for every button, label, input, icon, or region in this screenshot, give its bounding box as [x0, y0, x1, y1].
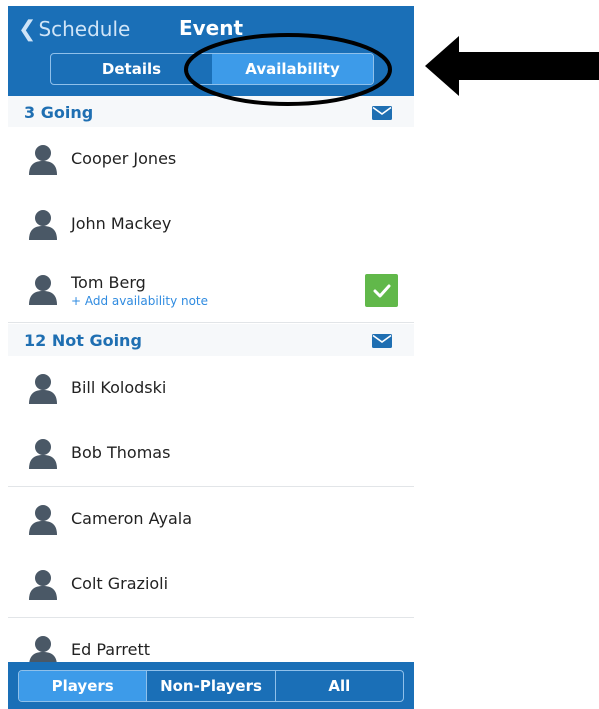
tab-all[interactable]: All: [274, 671, 403, 701]
tab-non-players[interactable]: Non-Players: [146, 671, 274, 701]
mail-icon[interactable]: [372, 106, 392, 120]
member-name: John Mackey: [71, 214, 172, 233]
list-item[interactable]: Tom Berg + Add availability note: [8, 257, 414, 323]
pointer-arrow-icon: [425, 36, 599, 96]
member-name: Ed Parrett: [71, 640, 150, 659]
member-name: Cameron Ayala: [71, 509, 193, 528]
member-name: Colt Grazioli: [71, 574, 169, 593]
person-icon: [29, 210, 57, 240]
phone-screen: ❮ Schedule Event Details Availability 3 …: [8, 6, 414, 709]
section-header-not-going: 12 Not Going: [8, 324, 414, 357]
mail-icon[interactable]: [372, 334, 392, 348]
highlight-ellipse: [184, 33, 392, 106]
person-icon: [29, 439, 57, 469]
list-item[interactable]: Bill Kolodski: [8, 356, 414, 422]
section-title: 3 Going: [24, 102, 94, 122]
member-name: Bob Thomas: [71, 443, 171, 462]
person-icon: [29, 570, 57, 600]
person-icon: [29, 275, 57, 305]
roster-filter-control: Players Non-Players All: [18, 670, 404, 702]
list-item[interactable]: Colt Grazioli: [8, 552, 414, 618]
add-availability-note-link[interactable]: + Add availability note: [71, 294, 208, 308]
person-icon: [29, 374, 57, 404]
section-title: 12 Not Going: [24, 330, 142, 350]
list-item[interactable]: Bob Thomas: [8, 421, 414, 487]
person-icon: [29, 145, 57, 175]
list-item[interactable]: Cameron Ayala: [8, 487, 414, 553]
member-name: Bill Kolodski: [71, 378, 167, 397]
person-icon: [29, 505, 57, 535]
tab-players[interactable]: Players: [19, 671, 147, 701]
checkmark-icon: [373, 284, 390, 297]
bottom-filter-bar: Players Non-Players All: [8, 662, 414, 709]
list-item[interactable]: John Mackey: [8, 192, 414, 258]
list-item[interactable]: Cooper Jones: [8, 127, 414, 193]
member-name: Tom Berg: [71, 273, 146, 292]
going-checkbox[interactable]: [365, 274, 398, 307]
member-name: Cooper Jones: [71, 149, 177, 168]
